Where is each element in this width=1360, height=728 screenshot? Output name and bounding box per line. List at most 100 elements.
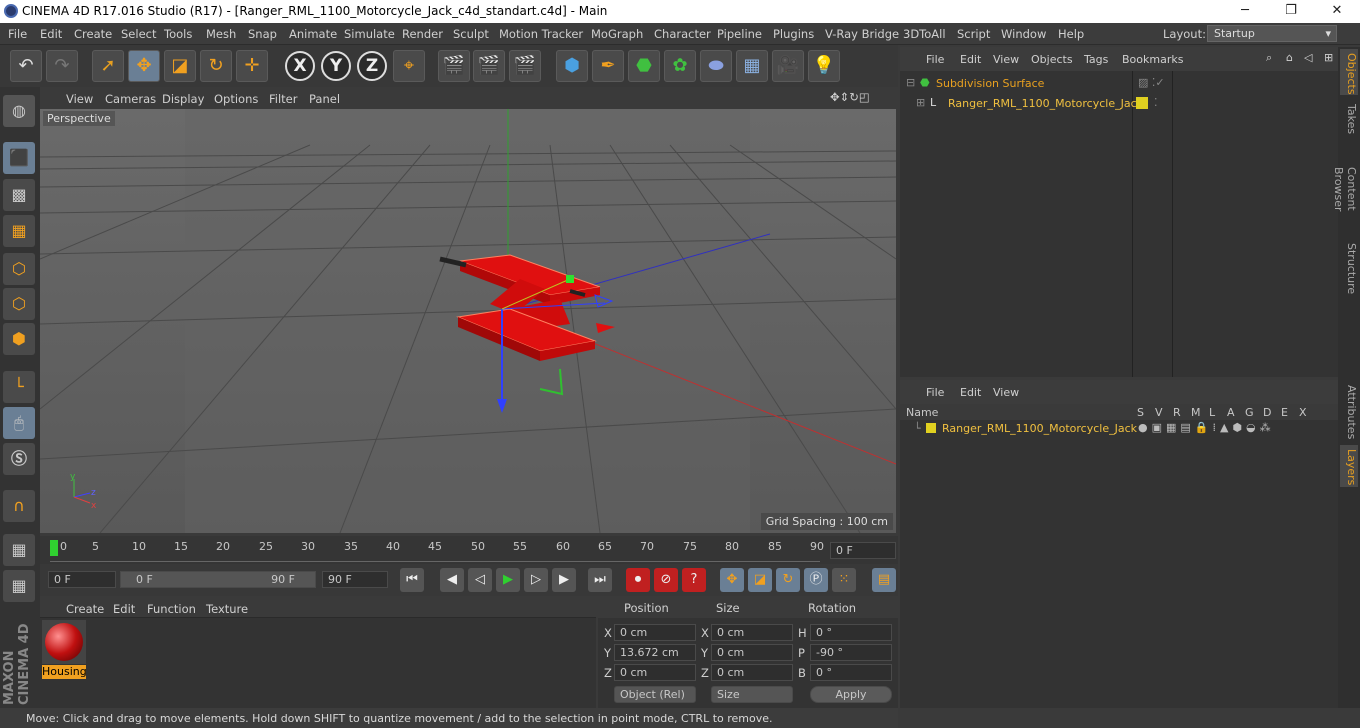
layer-flag-icons[interactable]: ●▣▦▤🔒⁞▲⬢◒⁂ (1138, 421, 1275, 434)
menu-edit[interactable]: Edit (40, 27, 62, 41)
edge-mode-button[interactable]: ⬡ (3, 288, 35, 320)
polygon-mode-button[interactable]: ⬢ (3, 323, 35, 355)
layers-menu-edit[interactable]: Edit (960, 386, 981, 399)
size-mode-select[interactable]: Size (711, 686, 793, 703)
next-key-button[interactable]: ▶ (552, 568, 576, 592)
rot-b-field[interactable]: 0 ° (810, 664, 892, 681)
undo-button[interactable]: ↶ (10, 50, 42, 82)
object-name-subdivision[interactable]: Subdivision Surface (936, 77, 1044, 90)
object-row-subdivision[interactable]: ⊟ ⬣ Subdivision Surface ▨ ⁚✓ (904, 75, 1334, 93)
current-frame-field[interactable]: 0 F (830, 542, 896, 559)
collapse-icon[interactable]: ⊟ (906, 76, 915, 89)
material-menu-edit[interactable]: Edit (113, 602, 135, 616)
menu-pipeline[interactable]: Pipeline (717, 27, 762, 41)
cube-primitive-button[interactable]: ⬢ (556, 50, 588, 82)
keyframe-selection-button[interactable]: ? (682, 568, 706, 592)
tab-content-browser[interactable]: Content Browser (1332, 143, 1358, 235)
objects-menu-edit[interactable]: Edit (960, 53, 981, 66)
autokey-button[interactable]: ⊘ (654, 568, 678, 592)
objects-menu-view[interactable]: View (993, 53, 1019, 66)
menu-character[interactable]: Character (654, 27, 711, 41)
menu-script[interactable]: Script (957, 27, 990, 41)
size-z-field[interactable]: 0 cm (711, 664, 793, 681)
menu-create[interactable]: Create (74, 27, 112, 41)
tab-objects[interactable]: Objects (1340, 49, 1358, 95)
viewport-menu-options[interactable]: Options (214, 92, 258, 106)
live-selection-button[interactable]: ➚ (92, 50, 124, 82)
subdivision-surface-button[interactable]: ⬣ (628, 50, 660, 82)
menu-vray-bridge[interactable]: V-Ray Bridge (825, 27, 899, 41)
render-view-button[interactable]: 🎬 (438, 50, 470, 82)
goto-start-button[interactable]: ⏮ (400, 568, 424, 592)
menu-window[interactable]: Window (1001, 27, 1046, 41)
layers-menu-view[interactable]: View (993, 386, 1019, 399)
viewport-menu-panel[interactable]: Panel (309, 92, 340, 106)
new-view-icon[interactable]: ⊞ (1324, 51, 1333, 64)
record-rotation-button[interactable]: ↻ (776, 568, 800, 592)
objects-menu-objects[interactable]: Objects (1031, 53, 1073, 66)
coordinate-system-button[interactable]: ⌖ (393, 50, 425, 82)
z-axis-button[interactable]: Z (357, 51, 387, 81)
viewport-navigation-icon[interactable]: ✥⇕↻◰ (830, 90, 870, 104)
pos-z-field[interactable]: 0 cm (614, 664, 696, 681)
material-name[interactable]: Housing (42, 665, 87, 679)
menu-mograph[interactable]: MoGraph (591, 27, 643, 41)
cloner-button[interactable]: ✿ (664, 50, 696, 82)
tab-structure[interactable]: Structure (1340, 239, 1358, 295)
menu-render[interactable]: Render (402, 27, 443, 41)
menu-file[interactable]: File (8, 27, 27, 41)
viewport-menu-filter[interactable]: Filter (269, 92, 297, 106)
prev-key-button[interactable]: ◀ (440, 568, 464, 592)
model-mode-button[interactable]: ⬛ (3, 142, 35, 174)
layer-color-swatch[interactable] (1136, 97, 1148, 109)
redo-button[interactable]: ↷ (46, 50, 78, 82)
play-button[interactable]: ▶ (496, 568, 520, 592)
material-menu-function[interactable]: Function (147, 602, 196, 616)
menu-tools[interactable]: Tools (164, 27, 192, 41)
goto-end-button[interactable]: ⏭ (588, 568, 612, 592)
timeline-playhead[interactable] (50, 540, 58, 556)
size-y-field[interactable]: 0 cm (711, 644, 793, 661)
menu-sculpt[interactable]: Sculpt (453, 27, 489, 41)
light-button[interactable]: 💡 (808, 50, 840, 82)
camera-button[interactable]: 🎥 (772, 50, 804, 82)
make-editable-button[interactable]: ◍ (3, 95, 35, 127)
menu-mesh[interactable]: Mesh (206, 27, 236, 41)
magnet-button[interactable]: ∩ (3, 490, 35, 522)
material-swatch-housing[interactable] (42, 620, 86, 664)
workplane-rotate-button[interactable]: ▦ (3, 570, 35, 602)
floor-button[interactable]: ▦ (736, 50, 768, 82)
record-button[interactable]: ⏺ (626, 568, 650, 592)
frame-range-slider[interactable]: 0 F 90 F (120, 571, 316, 588)
menu-help[interactable]: Help (1058, 27, 1084, 41)
maximize-button[interactable]: ❐ (1268, 0, 1314, 23)
record-pla-button[interactable]: ⁙ (832, 568, 856, 592)
home-icon[interactable]: ⌂ (1286, 51, 1293, 64)
rot-h-field[interactable]: 0 ° (810, 624, 892, 641)
render-picture-viewer-button[interactable]: 🎬 (473, 50, 505, 82)
menu-snap[interactable]: Snap (248, 27, 277, 41)
move-tool-button[interactable]: ✥ (128, 50, 160, 82)
expand-icon[interactable]: ⊞ (916, 96, 925, 109)
rot-p-field[interactable]: -90 ° (810, 644, 892, 661)
material-menu-texture[interactable]: Texture (206, 602, 248, 616)
rotate-tool-button[interactable]: ↻ (200, 50, 232, 82)
apply-button[interactable]: Apply (810, 686, 892, 703)
pos-x-field[interactable]: 0 cm (614, 624, 696, 641)
record-scale-button[interactable]: ◪ (748, 568, 772, 592)
x-axis-button[interactable]: X (285, 51, 315, 81)
visibility-dots-icon[interactable]: ⁚ (1154, 96, 1158, 109)
render-settings-button[interactable]: 🎬 (509, 50, 541, 82)
tab-takes[interactable]: Takes (1340, 99, 1358, 139)
menu-animate[interactable]: Animate (289, 27, 337, 41)
layer-color-swatch[interactable] (926, 423, 936, 433)
close-button[interactable]: ✕ (1314, 0, 1360, 23)
record-parameter-button[interactable]: Ⓟ (804, 568, 828, 592)
objects-menu-file[interactable]: File (926, 53, 944, 66)
menu-motion-tracker[interactable]: Motion Tracker (499, 27, 583, 41)
size-x-field[interactable]: 0 cm (711, 624, 793, 641)
prev-frame-button[interactable]: ◁ (468, 568, 492, 592)
viewport-menu-display[interactable]: Display (162, 92, 204, 106)
viewport-menu-view[interactable]: View (66, 92, 93, 106)
menu-3dtoall[interactable]: 3DToAll (903, 27, 946, 41)
